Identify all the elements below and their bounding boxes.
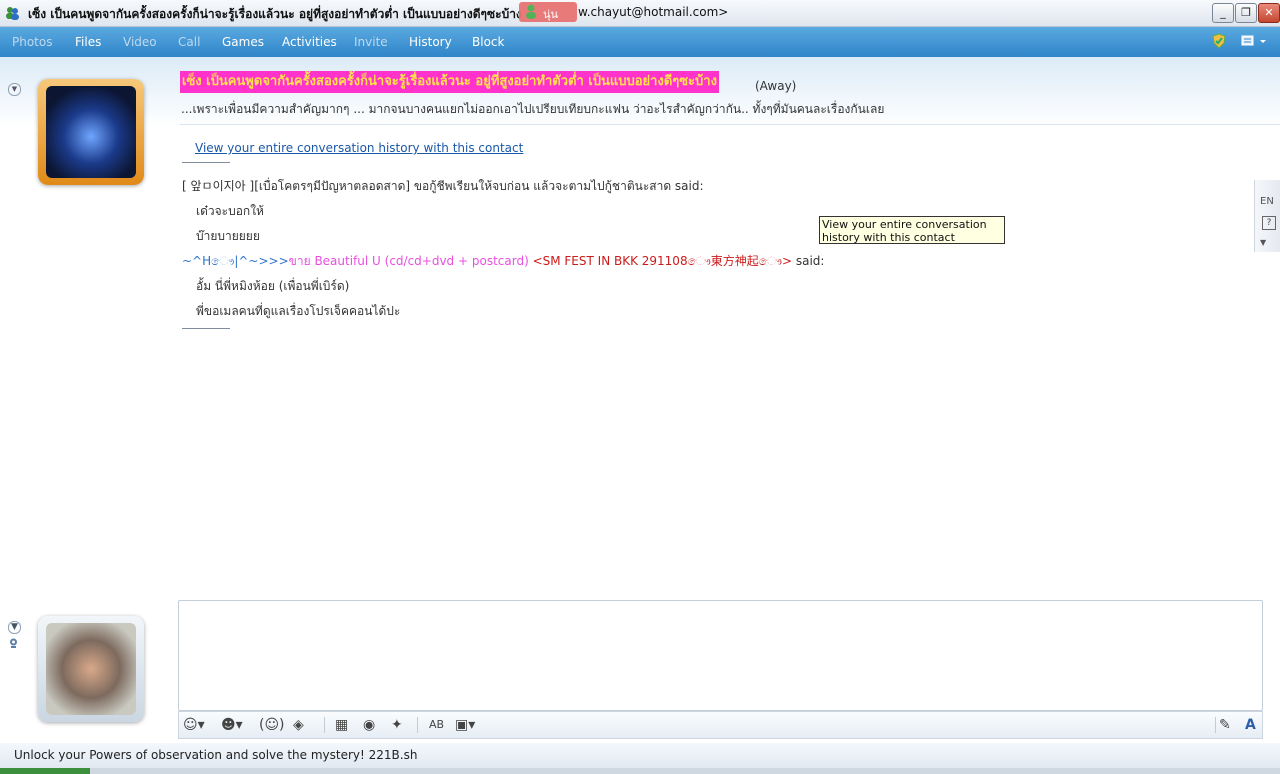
restore-button[interactable]: ❐ [1235, 3, 1257, 23]
header-divider [180, 124, 1280, 125]
contact-avatar[interactable] [38, 79, 144, 185]
message-text: บ๊ายบายยยย [196, 229, 260, 243]
toolbar-divider [417, 717, 418, 733]
menu-games[interactable]: Games [222, 35, 264, 49]
title-status-pill: นุ่น [519, 2, 577, 22]
help-icon[interactable]: ? [1262, 216, 1276, 230]
sender-name-part: ~^Hෞ|^~>>> [182, 254, 289, 268]
handwriting-icon[interactable]: ✎ [1219, 717, 1231, 733]
gift-icon[interactable]: ✦ [391, 717, 403, 733]
sender-name-part: <SM FEST IN BKK 291108ෞ東方神起ෞ> [528, 254, 793, 268]
collapse-contact-toggle[interactable]: ▼ [8, 83, 21, 96]
message-text: อั้ม นี่พี่หมิงห้อย (เพื่อนพี่เบิร์ด) [196, 279, 350, 293]
ad-banner[interactable]: Unlock your Powers of observation and so… [0, 743, 1280, 768]
message-text: เด๋วจะบอกให้ [196, 204, 264, 218]
side-toolbar: EN ? ▼ [1254, 180, 1280, 252]
buddy-icon [526, 4, 536, 19]
spelling-icon[interactable]: AB [429, 717, 444, 733]
message-sender: ~^Hෞ|^~>>>ขาย Beautiful U (cd/cd+dvd + p… [182, 252, 824, 271]
toolbar-divider [324, 717, 325, 733]
toolbar-divider [1215, 717, 1216, 733]
title-pill-text: นุ่น [543, 8, 559, 21]
message-text: พี่ขอเมลคนที่ดูแลเรื่องโปรเจ็คคอนได้ปะ [196, 304, 401, 318]
contact-status: (Away) [755, 79, 797, 93]
minimize-button[interactable]: _ [1212, 3, 1234, 23]
background-icon[interactable]: ▦ [335, 717, 348, 733]
shield-icon[interactable] [1211, 33, 1227, 49]
webcam-icon[interactable] [8, 638, 19, 649]
contact-display-name: เซ็ง เป็นคนพูดจากันครั้งสองครั้งก็น่าจะร… [180, 71, 719, 93]
nudge-icon[interactable]: ◈ [293, 717, 304, 733]
messenger-buddy-icon [4, 5, 20, 21]
conversation-history-link[interactable]: View your entire conversation history wi… [195, 141, 523, 155]
voice-clip-icon[interactable]: (☺) [259, 717, 285, 733]
wink-icon[interactable]: ☻▾ [221, 717, 243, 733]
title-bar: เซ็ง เป็นคนพูดจากันครั้งสองครั้งก็น่าจะร… [0, 0, 1280, 27]
sound-icon[interactable]: ◉ [363, 717, 375, 733]
emoticon-icon[interactable]: ☺▾ [183, 717, 205, 733]
my-display-picture [46, 623, 136, 715]
menu-history[interactable]: History [409, 35, 452, 49]
menu-video[interactable]: Video [123, 35, 157, 49]
language-indicator[interactable]: EN [1260, 196, 1274, 207]
menu-photos[interactable]: Photos [12, 35, 52, 49]
compose-toolbar: ☺▾ ☻▾ (☺) ◈ ▦ ◉ ✦ AB ▣▾ ✎ A [178, 711, 1263, 739]
said-label: said: [792, 254, 825, 268]
message-divider [182, 328, 230, 329]
message-sender: [ 앞ㅁ이지아 ][เบื่อโคตรๆมีปัญหาตลอดสาด] ขอกู… [182, 179, 704, 193]
message-divider [182, 162, 230, 163]
banner-text[interactable]: Unlock your Powers of observation and so… [14, 748, 417, 762]
sender-name-part: ขาย Beautiful U (cd/cd+dvd + postcard) [288, 254, 529, 268]
menu-activities[interactable]: Activities [282, 35, 337, 49]
contact-display-picture [46, 86, 136, 178]
menu-files[interactable]: Files [75, 35, 101, 49]
window-title-email: w.chayut@hotmail.com> [578, 5, 729, 19]
menu-bar: Photos Files Video Call Games Activities… [0, 27, 1280, 57]
taskbar-strip [0, 768, 1280, 774]
close-button[interactable]: ✕ [1258, 3, 1280, 23]
font-icon[interactable]: A [1245, 717, 1256, 733]
show-menu-icon[interactable] [1240, 33, 1268, 49]
contact-personal-message: ...เพราะเพื่อนมีความสำคัญมากๆ ... มากจนบ… [181, 102, 885, 116]
menu-call[interactable]: Call [178, 35, 200, 49]
my-avatar[interactable] [38, 616, 144, 722]
message-input[interactable] [178, 600, 1263, 711]
collapse-self-toggle[interactable]: ▼ [8, 621, 21, 634]
window-title: เซ็ง เป็นคนพูดจากันครั้งสองครั้งก็น่าจะร… [28, 7, 522, 21]
chevron-down-icon[interactable]: ▼ [1260, 238, 1266, 247]
picture-icon[interactable]: ▣▾ [455, 717, 475, 733]
menu-block[interactable]: Block [472, 35, 504, 49]
history-tooltip: View your entire conversation history wi… [819, 216, 1005, 244]
menu-invite[interactable]: Invite [354, 35, 388, 49]
